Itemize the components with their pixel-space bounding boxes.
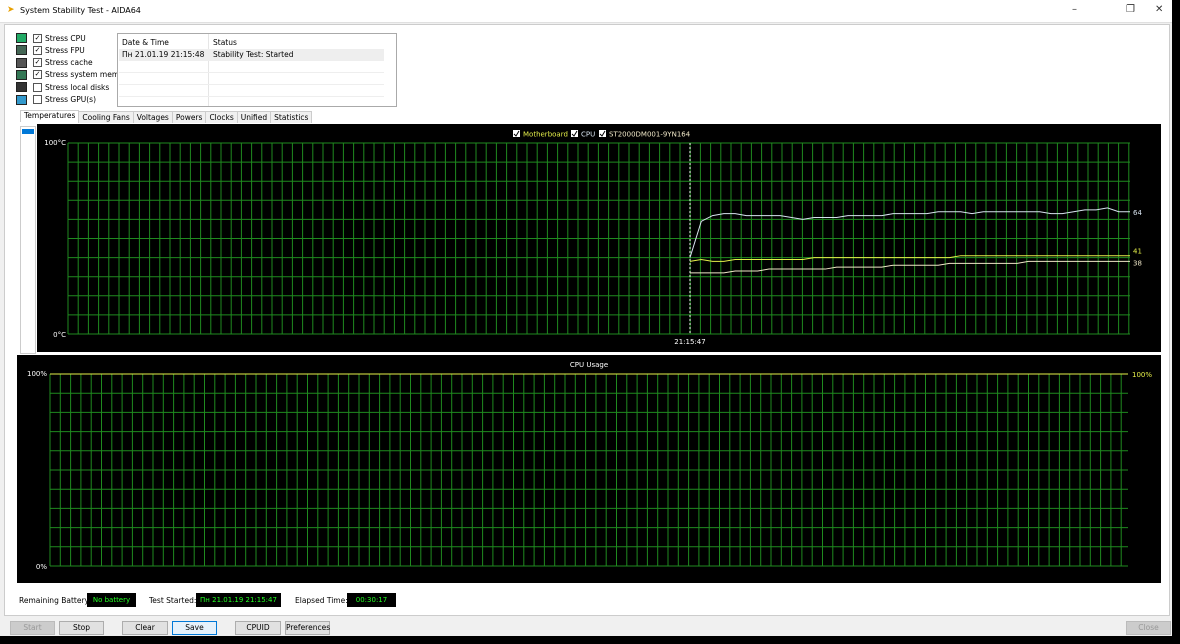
checkbox[interactable] [33, 95, 42, 104]
log-header-datetime: Date & Time [122, 38, 169, 47]
tab-clocks[interactable]: Clocks [205, 111, 238, 123]
option-stress-cpu[interactable]: ✓ Stress CPU [16, 32, 86, 44]
legend-scrollbar[interactable] [20, 126, 36, 354]
series-end-label: 41 [1133, 248, 1142, 256]
checkbox[interactable] [33, 82, 42, 92]
window-title: System Stability Test - AIDA64 [20, 6, 141, 15]
option-stress-system-memory[interactable]: ✓ Stress system memory [16, 69, 131, 81]
legend-motherboard: Motherboard [523, 131, 568, 139]
option-stress-local-disks[interactable]: Stress local disks [16, 81, 109, 93]
temperature-chart: 100°C 0°C 21:15:47 Motherboard CPU ST2000DM00… [37, 124, 1161, 352]
option-stress-fpu[interactable]: ✓ Stress FPU [16, 44, 85, 56]
fpu-icon [16, 45, 27, 56]
checkbox[interactable]: ✓ [33, 33, 42, 43]
restore-button[interactable]: ❐ [1126, 4, 1135, 15]
checkbox[interactable]: ✓ [33, 70, 42, 80]
y-tick-label: 0°C [53, 331, 66, 339]
option-label: Stress cache [45, 58, 93, 68]
tab-voltages[interactable]: Voltages [132, 111, 173, 123]
option-label: Stress FPU [45, 45, 85, 55]
checkbox[interactable]: ✓ [33, 45, 42, 55]
option-stress-gpu-s-[interactable]: Stress GPU(s) [16, 94, 96, 106]
battery-label: Remaining Battery: [19, 596, 91, 605]
elapsed-time-value: 00:30:17 [347, 593, 396, 607]
log-row[interactable]: Пн 21.01.19 21:15:48 Stability Test: Sta… [119, 49, 384, 61]
tab-powers[interactable]: Powers [171, 111, 207, 123]
option-label: Stress CPU [45, 33, 86, 43]
series-end-label: 64 [1133, 209, 1142, 217]
cache-icon [16, 57, 27, 68]
memory-icon [16, 69, 27, 80]
option-label: Stress local disks [45, 82, 110, 92]
option-stress-cache[interactable]: ✓ Stress cache [16, 57, 93, 69]
tab-cooling-fans[interactable]: Cooling Fans [78, 111, 134, 123]
title-bar: ➤ System Stability Test - AIDA64 – ❐ ✕ [0, 0, 1172, 23]
y-tick-label: 100°C [44, 139, 66, 147]
stop-button[interactable]: Stop [59, 621, 104, 635]
clear-button[interactable]: Clear [122, 621, 168, 635]
tab-temperatures[interactable]: Temperatures [20, 110, 80, 122]
gpu-icon [16, 94, 27, 105]
preferences-button[interactable]: Preferences [285, 621, 330, 635]
aida64-window: ➤ System Stability Test - AIDA64 – ❐ ✕ ✓… [0, 0, 1172, 636]
y-tick-label: 0% [36, 563, 47, 571]
event-log: Date & Time Status Пн 21.01.19 21:15:48 … [117, 33, 397, 107]
checkbox[interactable]: ✓ [33, 58, 42, 68]
tab-statistics[interactable]: Statistics [270, 111, 313, 123]
legend-cpu: CPU [581, 131, 595, 139]
minimize-button[interactable]: – [1072, 4, 1077, 15]
cpu-usage-chart: CPU Usage 100% 0% 100% [17, 355, 1161, 583]
series-end-label: 38 [1133, 259, 1142, 267]
legend-disk: ST2000DM001-9YN164 [609, 131, 691, 139]
scrollbar-thumb[interactable] [22, 129, 34, 134]
series-line [689, 255, 1130, 262]
close-button[interactable]: Close [1126, 621, 1171, 635]
series-line [689, 207, 1130, 258]
x-tick-label: 21:15:47 [674, 338, 705, 346]
cpu-icon [16, 33, 27, 43]
test-started-label: Test Started: [149, 596, 197, 605]
start-button[interactable]: Start [10, 621, 55, 635]
log-status: Stability Test: Started [213, 50, 294, 59]
series-line [690, 260, 1130, 274]
aida64-logo-icon: ➤ [7, 5, 15, 15]
series-end-label: 100% [1132, 371, 1152, 379]
disk-icon [16, 82, 27, 93]
log-datetime: Пн 21.01.19 21:15:48 [122, 50, 205, 59]
close-window-button[interactable]: ✕ [1155, 4, 1163, 15]
battery-value: No battery [87, 593, 136, 607]
log-header-status: Status [213, 38, 237, 47]
y-tick-label: 100% [27, 370, 47, 378]
save-button[interactable]: Save [172, 621, 217, 635]
sensor-tabs: Temperatures Cooling Fans Voltages Powers Cl… [20, 110, 313, 123]
test-started-value: Пн 21.01.19 21:15:47 [196, 593, 281, 607]
chart-title: CPU Usage [570, 361, 608, 369]
option-label: Stress GPU(s) [45, 95, 97, 104]
cpuid-button[interactable]: CPUID [235, 621, 281, 635]
elapsed-time-label: Elapsed Time: [295, 596, 348, 605]
tab-unified[interactable]: Unified [236, 111, 272, 123]
